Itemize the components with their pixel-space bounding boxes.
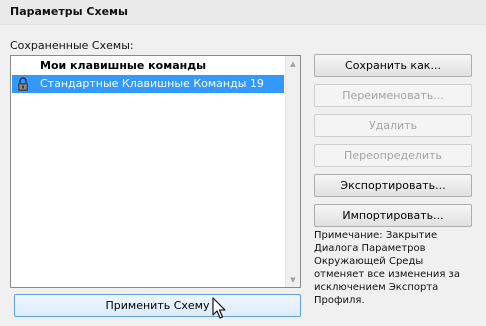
redefine-button[interactable]: Переопределить: [314, 144, 472, 167]
saved-schemes-list[interactable]: Мои клавишные команды Стандартные Клавиш…: [10, 55, 301, 288]
list-item-my-shortcuts[interactable]: Мои клавишные команды: [12, 57, 284, 75]
save-as-button[interactable]: Сохранить как...: [314, 54, 472, 77]
export-button[interactable]: Экспортировать...: [314, 174, 472, 197]
scroll-down-icon[interactable]: ▼: [286, 272, 300, 287]
panel-title: Параметры Схемы: [10, 5, 128, 18]
scroll-up-icon[interactable]: ▲: [286, 56, 300, 71]
list-item-standard-shortcuts[interactable]: Стандартные Клавишные Команды 19: [12, 75, 284, 93]
delete-button[interactable]: Удалить: [314, 114, 472, 137]
mouse-cursor-icon: [212, 297, 226, 319]
saved-schemes-label: Сохраненные Схемы:: [10, 39, 134, 52]
scheme-options-panel: Параметры Схемы Сохраненные Схемы: Мои к…: [0, 0, 486, 326]
lock-icon: [18, 77, 28, 91]
note-text: Примечание: Закрытие Диалога Параметров …: [314, 230, 460, 306]
list-item-label: Мои клавишные команды: [40, 59, 207, 72]
list-item-label: Стандартные Клавишные Команды 19: [40, 77, 264, 90]
apply-scheme-button[interactable]: Применить Схему: [14, 294, 301, 317]
rename-button[interactable]: Переименовать...: [314, 84, 472, 107]
panel-header: Параметры Схемы: [0, 0, 486, 25]
list-scrollbar[interactable]: ▲ ▼: [285, 56, 300, 287]
import-button[interactable]: Импортировать...: [314, 204, 472, 227]
